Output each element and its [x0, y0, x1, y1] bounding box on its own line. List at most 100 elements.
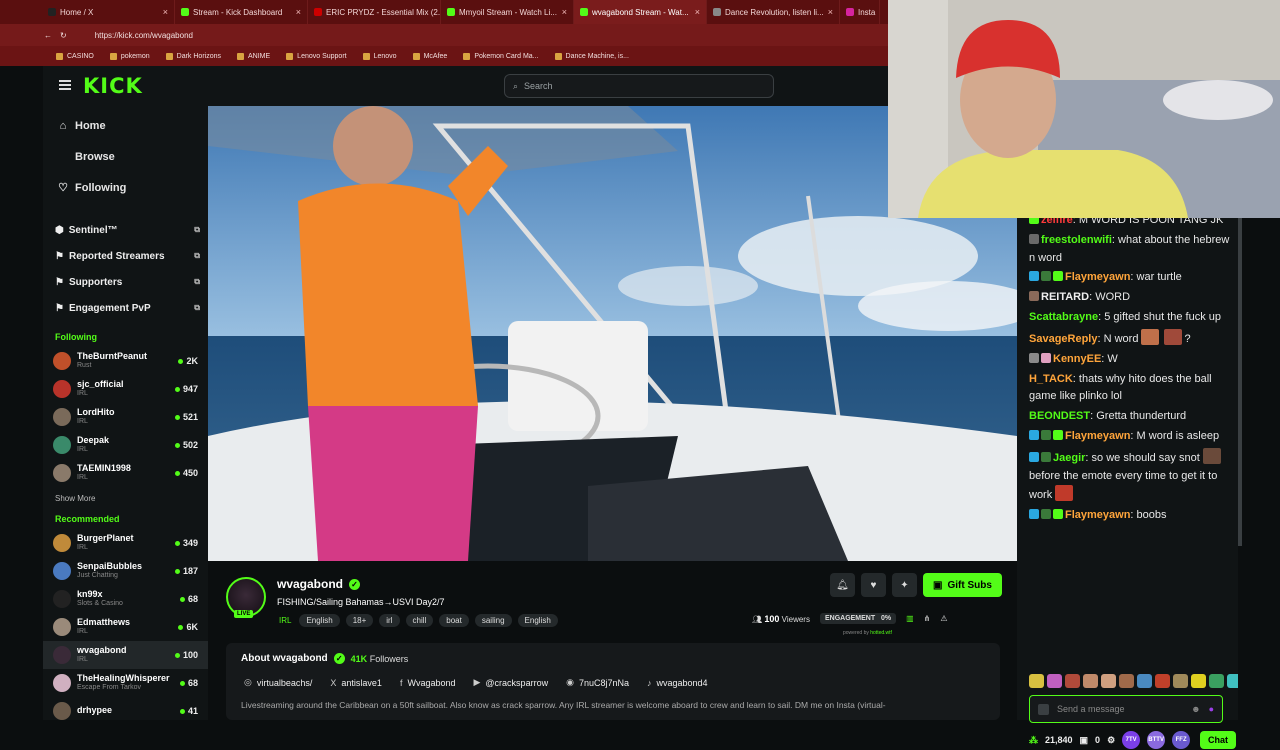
chat-username[interactable]: Flaymeyawn	[1065, 271, 1130, 283]
channel-item[interactable]: sjc_official IRL 947	[43, 375, 208, 403]
bookmark-item[interactable]: ANIME	[237, 52, 270, 60]
sidebar-tool-item[interactable]: ⚑ Engagement PvP ⧉	[43, 295, 208, 321]
report-icon[interactable]: ⚠	[940, 614, 947, 623]
browser-tab[interactable]: Stream - Kick Dashboard ×	[175, 0, 308, 24]
kick-logo[interactable]: KICK	[83, 74, 143, 98]
emote-icon[interactable]	[1173, 674, 1188, 688]
chat-username[interactable]: H_TACK	[1029, 373, 1073, 385]
sidebar-item-browse[interactable]: Browse	[43, 141, 208, 172]
channel-item[interactable]: Deepak IRL 502	[43, 431, 208, 459]
emote-icon[interactable]	[1047, 674, 1062, 688]
browser-tab[interactable]: ERIC PRYDZ - Essential Mix (2...×	[308, 0, 441, 24]
channel-item[interactable]: wvagabond IRL 100	[43, 641, 208, 669]
chat-username[interactable]: Flaymeyawn	[1065, 509, 1130, 521]
chat-input[interactable]: Send a message ☻ ●	[1029, 695, 1223, 723]
url-text[interactable]: https://kick.com/wvagabond	[95, 31, 193, 40]
channel-item[interactable]: kn99x Slots & Casino 68	[43, 585, 208, 613]
channel-item[interactable]: BurgerPlanet IRL 349	[43, 529, 208, 557]
settings-icon[interactable]: ⚙	[1107, 735, 1115, 746]
bookmark-item[interactable]: McAfee	[412, 52, 447, 60]
browser-tab[interactable]: Dance Revolution, listen li... ×	[707, 0, 840, 24]
7tv-icon[interactable]: 7TV	[1122, 731, 1141, 749]
gift-subs-button[interactable]: ▣ Gift Subs	[923, 573, 1002, 597]
menu-icon[interactable]	[59, 80, 71, 90]
gift-count[interactable]: 0	[1095, 735, 1100, 745]
chat-username[interactable]: SavageReply	[1029, 333, 1097, 345]
chat-username[interactable]: Flaymeyawn	[1065, 430, 1130, 442]
reload-icon[interactable]: ↻	[60, 31, 67, 40]
powered-by-brand[interactable]: hotted.wtf	[870, 630, 892, 636]
bell-icon[interactable]: 🔔︎	[830, 573, 855, 597]
stream-tag[interactable]: English	[299, 614, 340, 627]
bookmark-item[interactable]: Dance Machine, is...	[554, 52, 629, 60]
popout-icon[interactable]: ⧉	[194, 225, 200, 235]
social-link[interactable]: ◉ 7nuC8j7nNa	[566, 677, 629, 688]
popout-icon[interactable]: ⧉	[194, 277, 200, 287]
streamer-name[interactable]: wvagabond	[277, 577, 343, 591]
emote-icon[interactable]	[1065, 674, 1080, 688]
emote-icon[interactable]	[1101, 674, 1116, 688]
chat-username[interactable]: Scattabrayne	[1029, 311, 1098, 323]
bookmark-item[interactable]: Lenovo	[362, 52, 397, 60]
channel-item[interactable]: TheHealingWhisperer Escape From Tarkov 68	[43, 669, 208, 697]
stats-chart-icon[interactable]: ▥	[906, 614, 914, 623]
sidebar-tool-item[interactable]: ⚑ Reported Streamers ⧉	[43, 243, 208, 269]
ffz-icon[interactable]: FFZ	[1172, 731, 1191, 749]
tab-close-icon[interactable]: ×	[296, 7, 301, 17]
tab-close-icon[interactable]: ×	[163, 7, 168, 17]
bttv-icon[interactable]: BTTV	[1147, 731, 1166, 749]
stream-tag[interactable]: boat	[439, 614, 469, 627]
browser-tab[interactable]: wvagabond Stream - Wat... ×	[574, 0, 707, 24]
emote-icon[interactable]	[1191, 674, 1206, 688]
popout-icon[interactable]: ⧉	[194, 251, 200, 261]
category-link[interactable]: IRL	[277, 614, 293, 627]
emote-icon[interactable]	[1155, 674, 1170, 688]
social-link[interactable]: ▶ @cracksparrow	[474, 677, 549, 688]
emote-icon[interactable]	[1209, 674, 1224, 688]
chat-username[interactable]: KennyEE	[1053, 353, 1101, 365]
sidebar-tool-item[interactable]: ⚑ Supporters ⧉	[43, 269, 208, 295]
social-link[interactable]: f Wvagabond	[400, 677, 456, 688]
search-input[interactable]: ⌕ Search	[504, 74, 774, 98]
points-balance[interactable]: 21,840	[1045, 735, 1073, 745]
channel-item[interactable]: drhypee 41	[43, 697, 208, 725]
social-link[interactable]: Xantislave1	[330, 677, 382, 688]
follow-heart-icon[interactable]: ♥	[861, 573, 886, 597]
bookmark-item[interactable]: Dark Horizons	[165, 52, 221, 60]
stream-tag[interactable]: irl	[379, 614, 400, 627]
channel-item[interactable]: TAEMIN1998 IRL 450	[43, 459, 208, 487]
stream-tag[interactable]: sailing	[474, 614, 512, 627]
channel-item[interactable]: Edmatthews IRL 6K	[43, 613, 208, 641]
tab-close-icon[interactable]: ×	[828, 7, 833, 17]
chat-username[interactable]: REITARD	[1041, 291, 1089, 303]
emote-icon[interactable]	[1083, 674, 1098, 688]
social-link[interactable]: ♪ wvagabond4	[647, 677, 708, 688]
channel-item[interactable]: LordHito IRL 521	[43, 403, 208, 431]
chat-username[interactable]: freestolenwifi	[1041, 234, 1112, 246]
tab-close-icon[interactable]: ×	[695, 7, 700, 17]
emoji-icon[interactable]: ☻	[1191, 704, 1200, 714]
show-more-link[interactable]: Show More	[43, 487, 208, 509]
channel-item[interactable]: SenpaiBubbles Just Chatting 187	[43, 557, 208, 585]
emote-icon[interactable]	[1137, 674, 1152, 688]
social-link[interactable]: ◎ virtualbeachs/	[244, 677, 312, 688]
stream-tag[interactable]: 18+	[345, 614, 374, 627]
bookmark-item[interactable]: CASINO	[56, 52, 94, 60]
channel-item[interactable]: TheBurntPeanut Rust 2K	[43, 347, 208, 375]
bookmark-item[interactable]: Pokemon Card Ma...	[463, 52, 539, 60]
browser-tab[interactable]: Insta	[840, 0, 880, 24]
share-icon[interactable]: ⋔	[924, 614, 931, 623]
chat-username[interactable]: Jaegir	[1053, 452, 1085, 464]
emote-menu-icon[interactable]: ●	[1209, 704, 1214, 714]
stream-tag[interactable]: chill	[405, 614, 434, 627]
sparkle-icon[interactable]: ✦	[892, 573, 917, 597]
emote-icon[interactable]	[1029, 674, 1044, 688]
sidebar-tool-item[interactable]: ⬢ Sentinel™ ⧉	[43, 217, 208, 243]
chat-send-button[interactable]: Chat	[1200, 731, 1236, 749]
stream-tag[interactable]: English	[517, 614, 558, 627]
chat-username[interactable]: BEONDEST	[1029, 410, 1090, 422]
address-bar[interactable]: ← ↻ https://kick.com/wvagabond	[0, 24, 888, 46]
emote-icon[interactable]	[1119, 674, 1134, 688]
back-icon[interactable]: ←	[44, 31, 52, 40]
popout-icon[interactable]: ⧉	[194, 303, 200, 313]
